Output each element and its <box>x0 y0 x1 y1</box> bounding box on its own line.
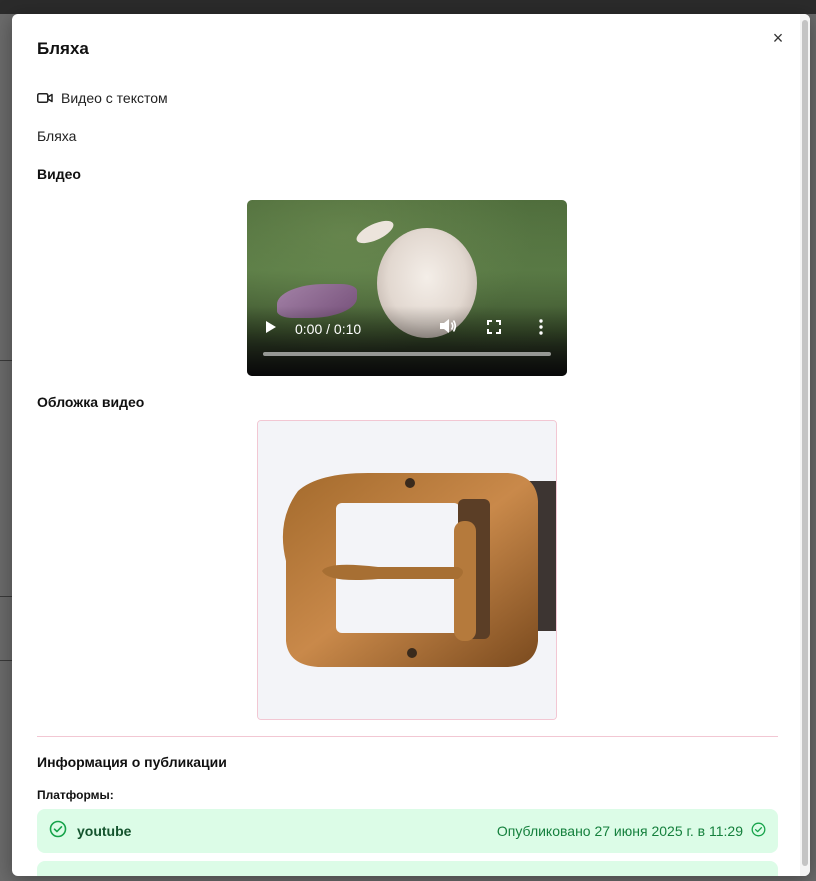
platform-status: Опубликовано 27 июня 2025 г. в 11:29 <box>497 822 766 840</box>
video-section-label: Видео <box>37 166 81 182</box>
section-divider <box>37 736 778 737</box>
backdrop-divider <box>0 660 12 661</box>
platform-name: youtube <box>77 823 132 839</box>
backdrop-divider <box>0 360 12 361</box>
play-icon[interactable] <box>265 320 277 337</box>
check-circle-small-icon <box>751 822 766 840</box>
video-controls-shade <box>247 306 567 376</box>
publication-info-label: Информация о публикации <box>37 754 227 770</box>
backdrop-topbar <box>0 0 816 14</box>
post-detail-modal: × Бляха Видео с текстом Бляха Видео 0:00… <box>12 14 810 876</box>
cover-section-label: Обложка видео <box>37 394 145 410</box>
platform-row-youtube: youtube Опубликовано 27 июня 2025 г. в 1… <box>37 809 778 853</box>
belt-buckle-image <box>258 421 556 719</box>
video-player[interactable]: 0:00 / 0:10 <box>247 200 567 376</box>
platform-status-text: Опубликовано 27 июня 2025 г. в 11:29 <box>496 823 743 839</box>
check-circle-icon <box>49 820 67 843</box>
scrollbar-thumb[interactable] <box>802 20 808 866</box>
video-cover-image <box>257 420 557 720</box>
platforms-label: Платформы: <box>37 788 114 802</box>
video-camera-icon <box>37 92 53 104</box>
post-type: Видео с текстом <box>37 90 168 106</box>
video-progress-bar[interactable] <box>263 352 551 356</box>
video-time: 0:00 / 0:10 <box>295 321 362 337</box>
post-description: Бляха <box>37 128 77 144</box>
backdrop-divider <box>0 596 12 597</box>
modal-scrollbar[interactable] <box>800 14 810 876</box>
more-options-icon[interactable] <box>539 319 543 338</box>
modal-title: Бляха <box>37 39 89 58</box>
platform-row-next <box>37 861 778 876</box>
post-type-label: Видео с текстом <box>61 90 168 106</box>
fullscreen-icon[interactable] <box>487 320 501 337</box>
close-button[interactable]: × <box>768 28 788 48</box>
volume-icon[interactable] <box>439 318 457 337</box>
